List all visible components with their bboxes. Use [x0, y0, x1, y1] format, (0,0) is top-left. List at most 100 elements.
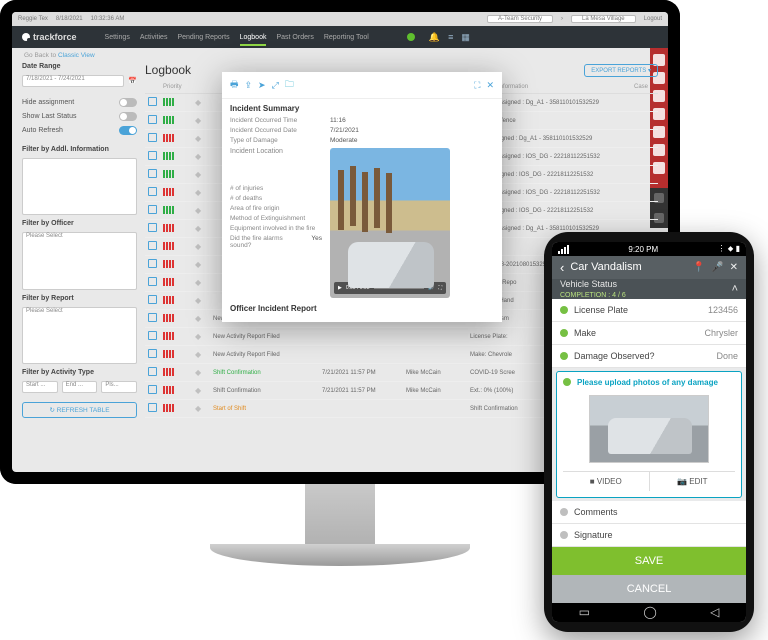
layers-icon[interactable]: ≡: [448, 32, 453, 43]
row-checkbox[interactable]: [148, 277, 157, 286]
phone-section-header[interactable]: Vehicle Status COMPLETION : 4 / 6 ˄: [552, 279, 746, 299]
home-icon[interactable]: ◯: [643, 605, 656, 619]
filter-activity-label: Filter by Activity Type: [22, 369, 137, 376]
row-checkbox[interactable]: [148, 169, 157, 178]
android-softkeys[interactable]: ▭ ◯ ◁: [552, 603, 746, 622]
field-comments[interactable]: Comments: [552, 501, 746, 524]
col-case[interactable]: Case: [634, 84, 658, 90]
priority-icon: [163, 404, 174, 412]
export-reports-button[interactable]: EXPORT REPORTS ▾: [584, 64, 658, 77]
nav-activities[interactable]: Activities: [140, 34, 168, 41]
col-priority[interactable]: Priority: [163, 84, 191, 90]
calendar-icon[interactable]: 📅: [128, 77, 137, 85]
back-icon[interactable]: ‹: [560, 260, 564, 275]
field-make[interactable]: MakeChrysler: [552, 322, 746, 345]
share-icon[interactable]: ➤: [258, 80, 266, 91]
print-icon[interactable]: 🖶: [230, 77, 239, 93]
row-checkbox[interactable]: [148, 115, 157, 124]
row-checkbox[interactable]: [148, 385, 157, 394]
volume-icon[interactable]: 🔊: [428, 285, 434, 291]
auto-refresh-toggle[interactable]: [119, 126, 137, 135]
menubar-org-select[interactable]: A-Team Security: [487, 15, 553, 23]
nav-reporting-tool[interactable]: Reporting Tool: [324, 34, 369, 41]
phone-titlebar: ‹ Car Vandalism 📍 🎤 ✕: [552, 256, 746, 279]
nav-settings[interactable]: Settings: [105, 34, 130, 41]
row-checkbox[interactable]: [148, 205, 157, 214]
expand-icon[interactable]: ⤢: [272, 80, 279, 91]
field-upload-photos[interactable]: Please upload photos of any damage ■ VID…: [556, 371, 742, 498]
filter-officer-select[interactable]: Please Select: [22, 232, 137, 289]
priority-icon: [163, 242, 174, 250]
filter-sidebar: Date Range 7/18/2021 - 7/24/2021📅 Hide a…: [22, 63, 137, 418]
nav-logbook[interactable]: Logbook: [240, 34, 267, 46]
back-key-icon[interactable]: ◁: [710, 605, 719, 619]
row-checkbox[interactable]: [148, 223, 157, 232]
row-checkbox[interactable]: [148, 367, 157, 376]
damage-photo-thumb[interactable]: [589, 395, 709, 463]
export-icon[interactable]: ⇪: [245, 80, 253, 91]
filter-report-label: Filter by Report: [22, 295, 137, 302]
edit-button[interactable]: 📷 EDIT: [650, 472, 736, 491]
row-checkbox[interactable]: [148, 295, 157, 304]
filter-addl-input[interactable]: [22, 158, 137, 215]
activity-start-input[interactable]: Start ...: [22, 381, 58, 393]
date-range-input[interactable]: 7/18/2021 - 7/24/2021: [22, 75, 124, 87]
breadcrumb-link[interactable]: Classic View: [58, 52, 95, 59]
tools-icon[interactable]: ✕: [730, 262, 738, 273]
field-signature[interactable]: Signature: [552, 524, 746, 547]
incident-photo[interactable]: ▶ 0:00 / 0:08 🔊 ⛶: [330, 148, 450, 298]
filter-addl-label: Filter by Addl. Information: [22, 146, 137, 153]
field-damage-observed[interactable]: Damage Observed?Done: [552, 345, 746, 368]
row-checkbox[interactable]: [148, 259, 157, 268]
activity-end-input[interactable]: End ...: [62, 381, 98, 393]
hide-assignment-toggle[interactable]: [119, 98, 137, 107]
filter-report-select[interactable]: Please Select: [22, 307, 137, 364]
close-icon[interactable]: ✕: [486, 80, 494, 91]
row-checkbox[interactable]: [148, 349, 157, 358]
cancel-button[interactable]: CANCEL: [552, 575, 746, 603]
fullscreen-icon[interactable]: ⛶: [438, 285, 442, 291]
priority-icon: [163, 224, 174, 232]
row-checkbox[interactable]: [148, 151, 157, 160]
chevron-up-icon[interactable]: ˄: [732, 283, 738, 295]
shield-icon: ◆: [195, 386, 209, 395]
row-checkbox[interactable]: [148, 331, 157, 340]
show-last-toggle[interactable]: [119, 112, 137, 121]
row-checkbox[interactable]: [148, 133, 157, 142]
menubar-date: 8/18/2021: [56, 16, 83, 22]
priority-icon: [163, 116, 174, 124]
auto-refresh-label: Auto Refresh: [22, 127, 115, 134]
row-checkbox[interactable]: [148, 97, 157, 106]
menubar-site-select[interactable]: La Mesa Village: [571, 15, 636, 23]
recent-apps-icon[interactable]: ▭: [579, 605, 590, 619]
location-icon[interactable]: 📍: [693, 262, 705, 273]
video-controls[interactable]: ▶ 0:00 / 0:08 🔊 ⛶: [334, 282, 446, 294]
nav-past-orders[interactable]: Past Orders: [276, 34, 313, 41]
shield-icon: ◆: [195, 350, 209, 359]
shield-icon: ◆: [195, 314, 209, 323]
menubar-logout[interactable]: Logout: [644, 16, 662, 22]
row-checkbox[interactable]: [148, 403, 157, 412]
row-checkbox[interactable]: [148, 313, 157, 322]
activity-please-input[interactable]: Pls...: [101, 381, 137, 393]
shield-icon: ◆: [195, 98, 209, 107]
show-last-label: Show Last Status: [22, 113, 115, 120]
phone-indicators: ⋮ ⬥ ▮: [718, 244, 740, 254]
nav-pending-reports[interactable]: Pending Reports: [177, 34, 229, 41]
refresh-table-button[interactable]: ↻ REFRESH TABLE: [22, 402, 137, 418]
grid-icon[interactable]: ▦: [461, 32, 470, 43]
field-license-plate[interactable]: License Plate123456: [552, 299, 746, 322]
row-checkbox[interactable]: [148, 241, 157, 250]
priority-icon: [163, 170, 174, 178]
bell-icon[interactable]: 🔔: [429, 32, 440, 43]
video-button[interactable]: ■ VIDEO: [563, 472, 650, 491]
mic-icon[interactable]: 🎤: [711, 262, 723, 273]
maximize-icon[interactable]: ⛶: [474, 80, 480, 91]
save-button[interactable]: SAVE: [552, 547, 746, 575]
phone-statusbar: 9:20 PM ⋮ ⬥ ▮: [552, 242, 746, 256]
priority-icon: [163, 152, 174, 160]
row-checkbox[interactable]: [148, 187, 157, 196]
shield-icon: ◆: [195, 242, 209, 251]
folder-icon[interactable]: 🗀: [285, 77, 294, 93]
play-icon[interactable]: ▶: [338, 285, 342, 291]
